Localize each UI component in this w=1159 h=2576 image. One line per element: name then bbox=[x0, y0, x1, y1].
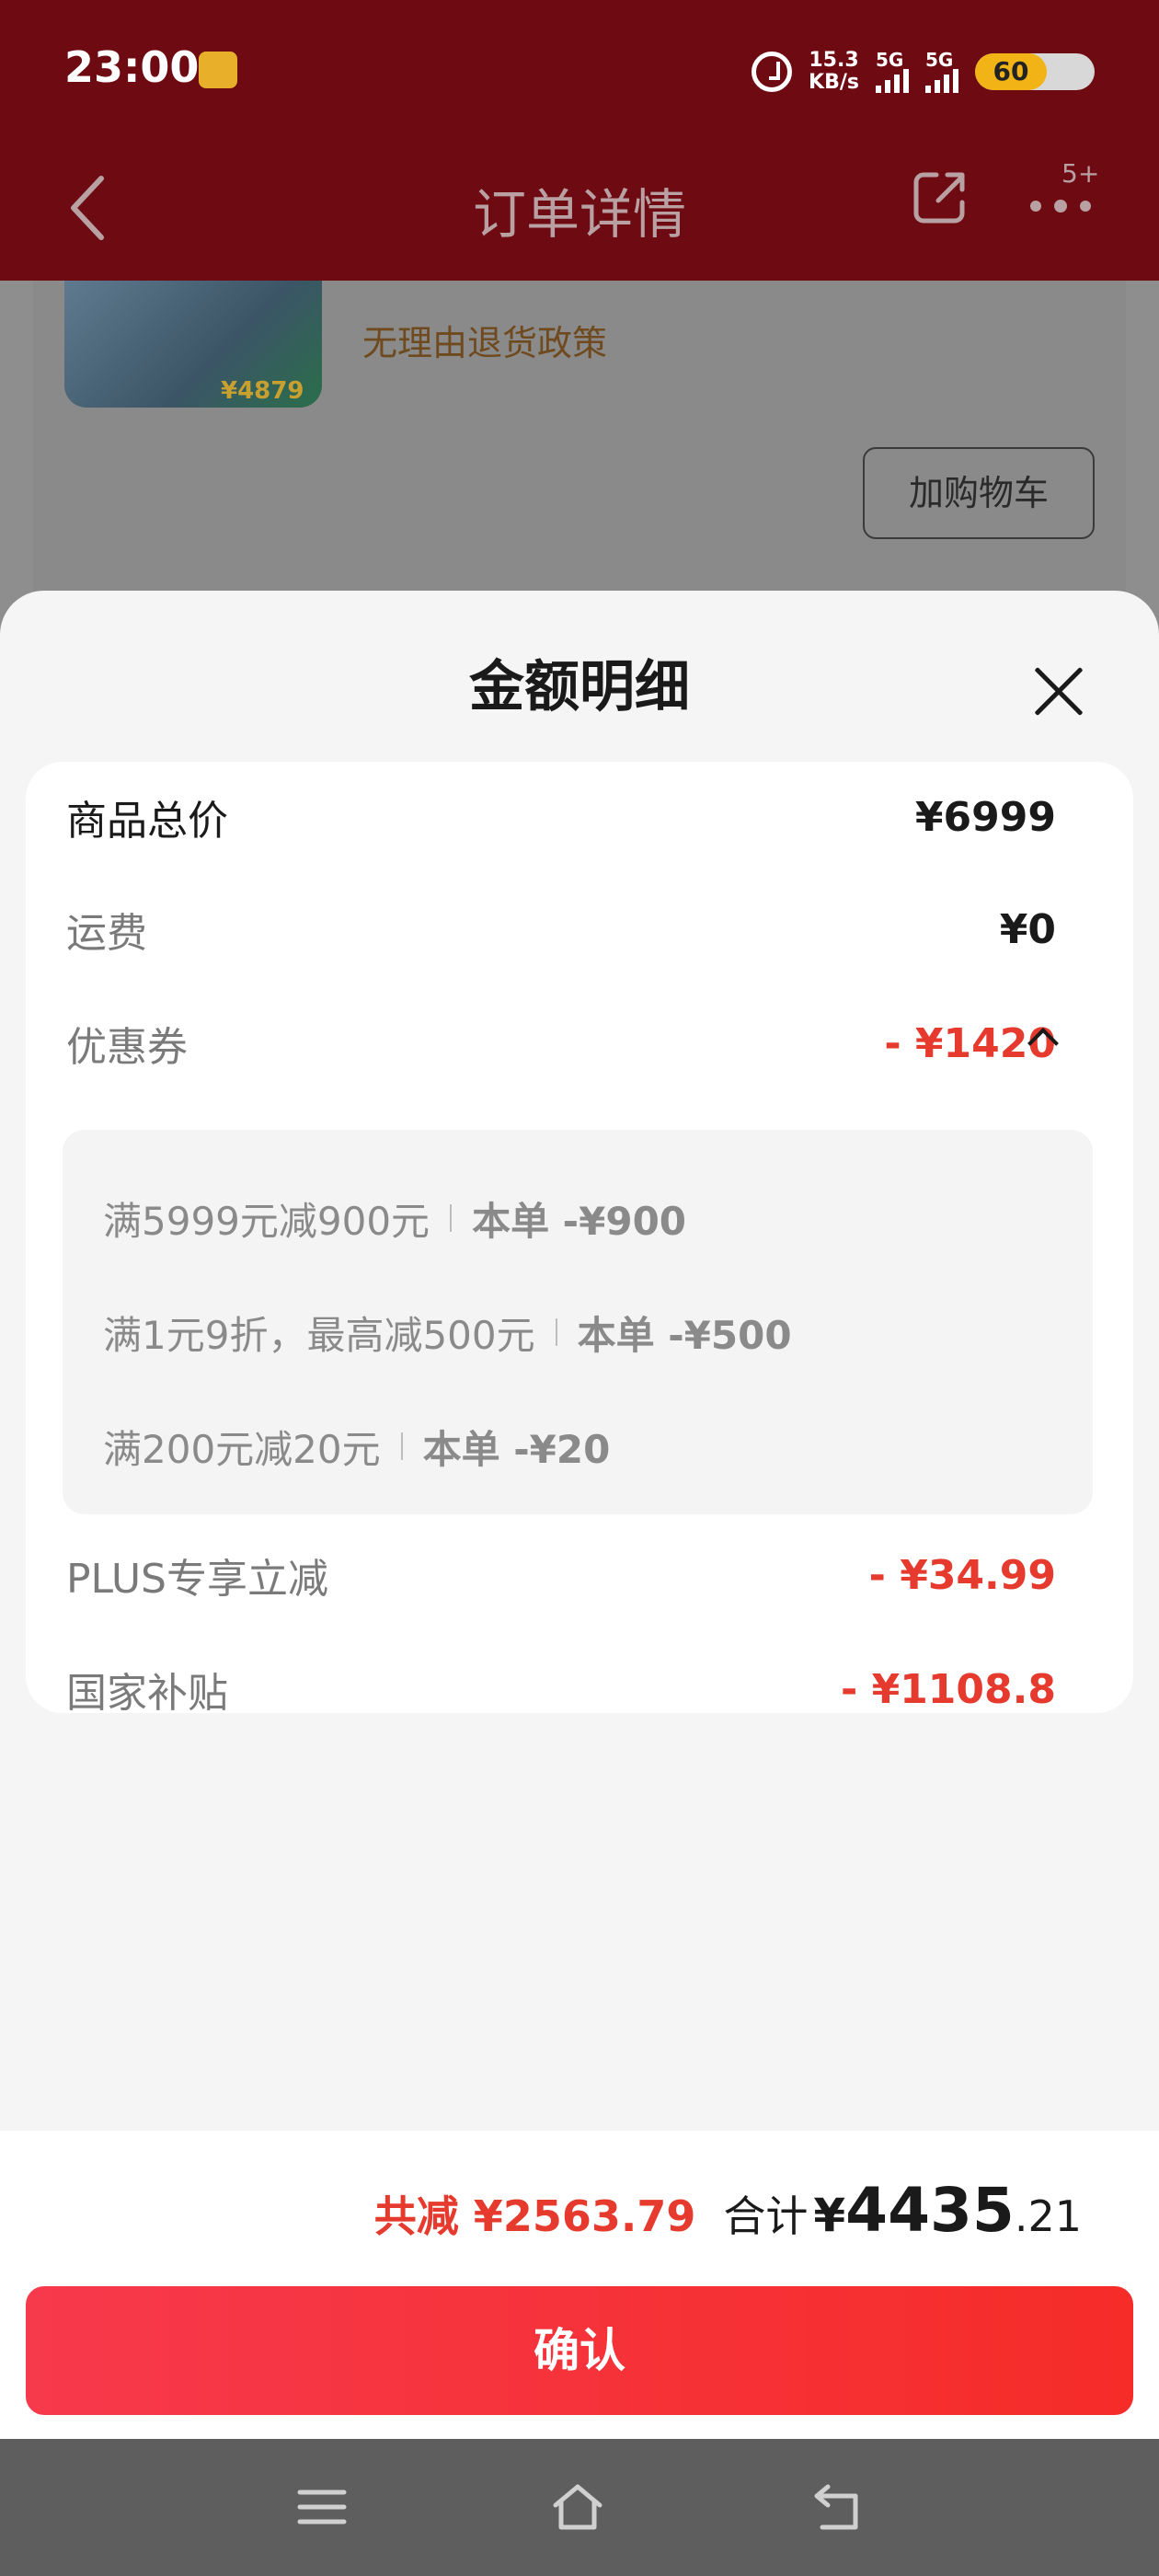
currency-symbol: ¥ bbox=[813, 2189, 846, 2242]
coupon-label: 优惠券 bbox=[66, 1024, 188, 1071]
coupon-rule: 满1元9折，最高减500元 bbox=[103, 1312, 535, 1358]
total-summary-bar: 共减 ¥2563.79 合计 ¥ 4435 .21 bbox=[0, 2131, 1159, 2273]
divider bbox=[555, 1318, 557, 1346]
coupon-rule: 满200元减20元 bbox=[103, 1426, 381, 1472]
coupon-item: 满1元9折，最高减500元 本单 -¥500 bbox=[103, 1305, 792, 1360]
status-indicators: 15.3 KB/s 5G 5G 60 bbox=[752, 46, 1095, 98]
coupon-amount: 本单 -¥20 bbox=[422, 1426, 611, 1472]
plus-discount-value: - ¥34.99 bbox=[868, 1551, 1056, 1599]
confirm-button[interactable]: 确认 bbox=[26, 2286, 1133, 2415]
page-title: 订单详情 bbox=[472, 183, 686, 246]
back-icon[interactable] bbox=[809, 2481, 865, 2533]
plus-discount-label: PLUS专享立减 bbox=[66, 1556, 328, 1603]
goods-total-value: ¥6999 bbox=[914, 793, 1056, 841]
signal-1: 5G bbox=[876, 51, 909, 93]
total-label: 合计 bbox=[723, 2191, 809, 2241]
amount-detail-sheet: 金额明细 商品总价 ¥6999 运费 ¥0 优惠券 - ¥1420 满5999元… bbox=[0, 591, 1159, 2132]
menu-icon[interactable] bbox=[294, 2481, 350, 2533]
network-speed: 15.3 KB/s bbox=[809, 50, 859, 94]
coupon-item: 满200元减20元 本单 -¥20 bbox=[103, 1419, 610, 1474]
coupon-row[interactable]: 优惠券 - ¥1420 bbox=[66, 1016, 1093, 1071]
coupon-amount: 本单 -¥500 bbox=[577, 1312, 792, 1358]
signal-1-label: 5G bbox=[876, 49, 904, 71]
confirm-area: 确认 bbox=[0, 2273, 1159, 2439]
more-icon[interactable] bbox=[1028, 184, 1093, 221]
close-icon[interactable] bbox=[1032, 664, 1085, 718]
network-speed-value: 15.3 bbox=[809, 49, 859, 72]
coupon-rule: 满5999元减900元 bbox=[103, 1198, 430, 1244]
total-amount-integer: 4435 bbox=[845, 2175, 1015, 2246]
status-bar: 23:00 15.3 KB/s 5G 5G 60 bbox=[0, 0, 1159, 138]
coupon-amount: 本单 -¥900 bbox=[472, 1198, 687, 1244]
national-subsidy-value: - ¥1108.8 bbox=[841, 1665, 1056, 1713]
total-amount-decimal: .21 bbox=[1014, 2191, 1082, 2241]
total-summary: 共减 ¥2563.79 合计 ¥ 4435 .21 bbox=[374, 2175, 1082, 2246]
system-navigation-bar bbox=[0, 2439, 1159, 2576]
thumbnail-price: ¥4879 bbox=[221, 377, 304, 405]
top-nav-bar: 订单详情 5+ bbox=[0, 138, 1159, 281]
message-badge: 5+ bbox=[1061, 158, 1100, 189]
divider bbox=[400, 1432, 403, 1460]
signal-bars-icon bbox=[876, 69, 909, 93]
shipping-label: 运费 bbox=[66, 910, 147, 957]
coupon-breakdown: 满5999元减900元 本单 -¥900 满1元9折，最高减500元 本单 -¥… bbox=[63, 1130, 1093, 1514]
total-saved: 共减 ¥2563.79 bbox=[373, 2191, 696, 2241]
share-icon[interactable] bbox=[911, 167, 970, 226]
national-subsidy-row: 国家补贴 - ¥1108.8 bbox=[66, 1662, 1056, 1718]
battery-level: 60 bbox=[993, 56, 1029, 86]
divider bbox=[450, 1204, 453, 1232]
battery-icon: 60 bbox=[975, 53, 1095, 90]
amount-detail-card: 商品总价 ¥6999 运费 ¥0 优惠券 - ¥1420 满5999元减900元… bbox=[26, 762, 1133, 1717]
goods-total-label: 商品总价 bbox=[66, 798, 228, 845]
signal-2: 5G bbox=[925, 51, 958, 93]
national-subsidy-label: 国家补贴 bbox=[66, 1670, 228, 1717]
shipping-value: ¥0 bbox=[999, 905, 1056, 953]
status-time: 23:00 bbox=[64, 42, 200, 92]
alarm-icon bbox=[752, 52, 793, 92]
network-speed-unit: KB/s bbox=[809, 71, 859, 94]
sheet-title: 金额明细 bbox=[469, 655, 690, 719]
goods-total-row: 商品总价 ¥6999 bbox=[66, 789, 1056, 845]
home-icon[interactable] bbox=[550, 2481, 605, 2533]
plus-discount-row: PLUS专享立减 - ¥34.99 bbox=[66, 1547, 1056, 1604]
shipping-row: 运费 ¥0 bbox=[66, 902, 1056, 958]
signal-bars-icon bbox=[925, 69, 958, 93]
add-to-cart-button[interactable]: 加购物车 bbox=[863, 447, 1095, 539]
signal-2-label: 5G bbox=[925, 49, 954, 71]
notification-app-icon bbox=[199, 52, 237, 88]
return-policy-text: 无理由退货政策 bbox=[362, 323, 608, 363]
coupon-item: 满5999元减900元 本单 -¥900 bbox=[103, 1190, 686, 1246]
